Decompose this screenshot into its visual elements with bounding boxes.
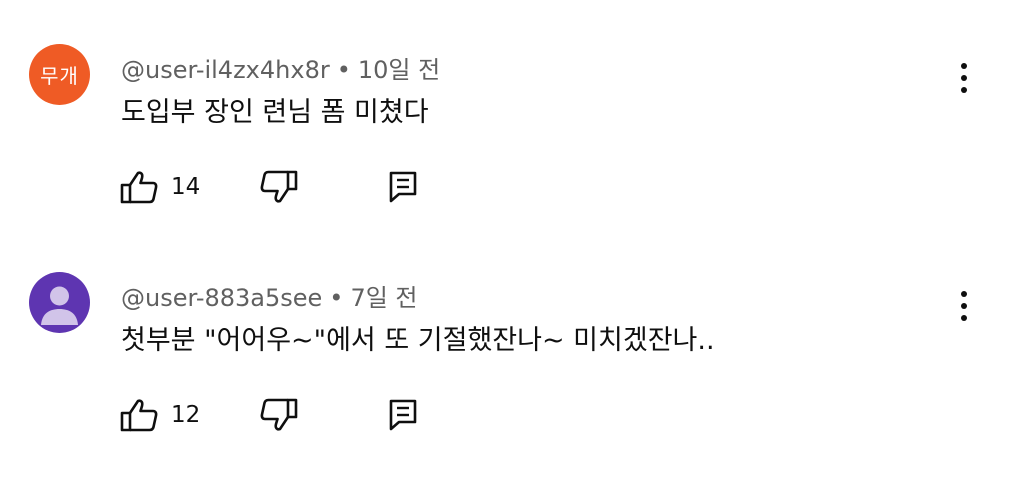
like-button[interactable]: 12 bbox=[120, 395, 200, 435]
more-vert-icon-dot bbox=[961, 75, 967, 81]
default-avatar-icon bbox=[41, 286, 78, 325]
comment-time[interactable]: 7일 전 bbox=[350, 284, 417, 312]
comment-item: @user-883a5see • 7일 전 첫부분 "어어우~"에서 또 기절했잔나… bbox=[0, 228, 1024, 458]
comment-item: 무개 @user-il4zx4hx8r • 10일 전 도입부 장인 련님 폼 미쳤… bbox=[0, 0, 1024, 230]
more-vert-icon-dot bbox=[961, 291, 967, 297]
avatar[interactable] bbox=[29, 272, 90, 333]
avatar-initials: 무개 bbox=[40, 64, 79, 88]
comment-username[interactable]: @user-883a5see bbox=[121, 284, 322, 312]
reply-icon bbox=[389, 399, 417, 431]
thumbs-up-icon bbox=[120, 399, 158, 432]
like-count: 12 bbox=[171, 402, 201, 428]
meta-separator: • bbox=[336, 56, 351, 84]
avatar[interactable]: 무개 bbox=[29, 44, 90, 105]
comment-actions: 14 bbox=[120, 167, 440, 207]
like-button[interactable]: 14 bbox=[120, 167, 200, 207]
reply-button[interactable] bbox=[388, 167, 418, 207]
comment-username[interactable]: @user-il4zx4hx8r bbox=[121, 56, 330, 84]
more-actions-button[interactable] bbox=[952, 58, 976, 98]
thumbs-down-icon bbox=[260, 398, 298, 431]
dislike-button[interactable] bbox=[260, 395, 298, 435]
comment-meta: @user-883a5see • 7일 전 bbox=[121, 278, 418, 313]
meta-separator: • bbox=[329, 284, 344, 312]
comment-text: 도입부 장인 련님 폼 미쳤다 bbox=[121, 97, 429, 128]
more-vert-icon-dot bbox=[961, 63, 967, 69]
more-vert-icon-dot bbox=[961, 315, 967, 321]
thumbs-up-icon bbox=[120, 171, 158, 204]
dislike-button[interactable] bbox=[260, 167, 298, 207]
more-vert-icon-dot bbox=[961, 303, 967, 309]
comment-meta: @user-il4zx4hx8r • 10일 전 bbox=[121, 50, 440, 85]
reply-icon bbox=[389, 171, 417, 203]
thumbs-down-icon bbox=[260, 170, 298, 203]
comment-time[interactable]: 10일 전 bbox=[358, 56, 440, 84]
more-vert-icon-dot bbox=[961, 87, 967, 93]
reply-button[interactable] bbox=[388, 395, 418, 435]
like-count: 14 bbox=[171, 174, 201, 200]
comment-text: 첫부분 "어어우~"에서 또 기절했잔나~ 미치겠잔나.. bbox=[121, 325, 715, 356]
more-actions-button[interactable] bbox=[952, 286, 976, 326]
comment-actions: 12 bbox=[120, 395, 440, 435]
